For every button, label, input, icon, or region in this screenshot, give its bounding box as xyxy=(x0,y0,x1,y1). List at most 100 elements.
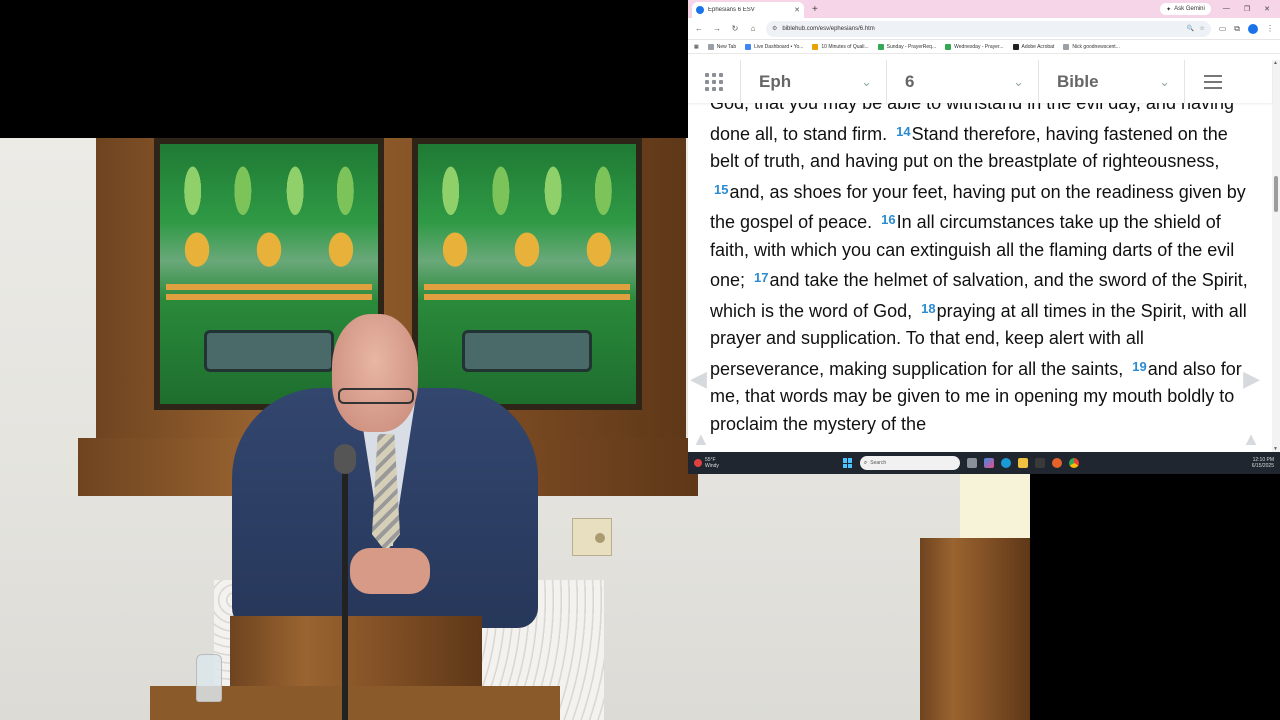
chrome-icon[interactable] xyxy=(1068,458,1079,468)
biblehub-nav-bar: Eph ⌄ 6 ⌄ Bible ⌄ xyxy=(688,60,1272,103)
bookmark-item[interactable]: Nick goodnewscent... xyxy=(1063,43,1120,50)
bookmark-icon xyxy=(707,43,714,50)
bookmark-icon xyxy=(945,43,952,50)
bookmark-label: New Tab xyxy=(716,43,737,50)
screen: Ephesians 6 ESV ✕ + ✦ Ask Gemini — ❐ ✕ ←… xyxy=(0,0,1280,720)
verse-number[interactable]: 19 xyxy=(1132,359,1146,374)
scroll-thumb[interactable] xyxy=(1274,176,1278,212)
apps-grid-icon[interactable]: ▦ xyxy=(694,44,699,50)
bookmark-icon xyxy=(745,43,752,50)
bible-reading-pane: God, that you may be able to withstand i… xyxy=(688,90,1272,452)
sparkle-icon: ✦ xyxy=(1166,6,1172,13)
preacher-head xyxy=(332,314,418,432)
close-window-icon[interactable]: ✕ xyxy=(1264,5,1270,13)
biblehub-favicon-icon xyxy=(696,6,704,14)
verse-number[interactable]: 16 xyxy=(881,212,895,227)
address-bar[interactable]: ⚙ biblehub.com/esv/ephesians/6.htm 🔍 ☆ xyxy=(766,20,1211,37)
site-info-icon[interactable]: ⚙ xyxy=(772,25,777,32)
previous-chapter-icon[interactable]: ◀ xyxy=(690,366,707,392)
bookmark-item[interactable]: 10 Minutes of Quali... xyxy=(812,43,869,50)
more-menu-icon[interactable]: ⋮ xyxy=(1266,24,1274,33)
ask-gemini-label: Ask Gemini xyxy=(1174,6,1205,12)
page-scrollbar[interactable]: ▲ ▼ xyxy=(1272,60,1280,452)
firefox-icon[interactable] xyxy=(1051,458,1062,468)
verse-number[interactable]: 14 xyxy=(896,124,910,139)
file-explorer-icon[interactable] xyxy=(1017,458,1028,468)
taskbar-search-box[interactable]: ⌕ Search xyxy=(859,456,960,470)
bookmarks-bar: ▦ New Tab Live Dashboard • Yo... 10 Minu… xyxy=(688,40,1280,54)
store-icon[interactable] xyxy=(1034,458,1045,468)
task-view-icon[interactable] xyxy=(966,458,977,468)
tab-ephesians[interactable]: Ephesians 6 ESV ✕ xyxy=(692,2,804,18)
browser-toolbar: ← → ↻ ⌂ ⚙ biblehub.com/esv/ephesians/6.h… xyxy=(688,18,1280,40)
verse-number[interactable]: 17 xyxy=(754,270,768,285)
bookmark-label: Adobe Acrobat xyxy=(1021,43,1055,50)
system-clock[interactable]: 12:10 PM 6/15/2025 xyxy=(1252,457,1274,469)
apps-grid-icon[interactable] xyxy=(688,72,740,91)
bookmark-label: Sunday - PrayerReq... xyxy=(886,43,937,50)
weather-widget[interactable]: 55°F Windy xyxy=(694,457,719,469)
windows-taskbar: 55°F Windy ⌕ Search 12:10 PM 6/15/2025 xyxy=(688,452,1280,474)
windows-start-icon[interactable] xyxy=(842,458,853,468)
next-chapter-icon[interactable]: ▶ xyxy=(1243,366,1260,392)
bookmark-label: Wednesday - Prayer... xyxy=(954,43,1004,50)
hamburger-menu-icon[interactable] xyxy=(1184,60,1240,103)
water-bottle xyxy=(196,654,222,702)
forward-icon[interactable]: → xyxy=(712,24,722,33)
version-value: Bible xyxy=(1057,71,1099,91)
book-select[interactable]: Eph ⌄ xyxy=(740,60,886,103)
preacher-hands xyxy=(350,548,430,594)
verse-number[interactable]: 18 xyxy=(921,301,935,316)
stained-glass-pane-right xyxy=(412,138,642,410)
chapter-select[interactable]: 6 ⌄ xyxy=(886,60,1038,103)
back-icon[interactable]: ← xyxy=(694,24,704,33)
cast-icon[interactable]: ▭ xyxy=(1219,24,1227,33)
scroll-up-right-icon[interactable]: ▲ xyxy=(1242,429,1260,450)
verse-number[interactable]: 15 xyxy=(714,182,728,197)
browser-window: Ephesians 6 ESV ✕ + ✦ Ask Gemini — ❐ ✕ ←… xyxy=(688,0,1280,452)
wooden-railing xyxy=(920,538,1030,720)
close-icon[interactable]: ✕ xyxy=(794,6,800,14)
chevron-down-icon: ⌄ xyxy=(1013,73,1024,89)
bookmark-item[interactable]: Live Dashboard • Yo... xyxy=(745,43,804,50)
tab-title: Ephesians 6 ESV xyxy=(708,7,755,13)
scroll-up-arrow-icon[interactable]: ▲ xyxy=(1273,60,1278,66)
bookmark-icon xyxy=(1012,43,1019,50)
bookmark-item[interactable]: Adobe Acrobat xyxy=(1012,43,1055,50)
weather-desc: Windy xyxy=(705,463,719,469)
chevron-down-icon: ⌄ xyxy=(1159,73,1170,89)
window-controls: — ❐ ✕ xyxy=(1211,5,1280,13)
reload-icon[interactable]: ↻ xyxy=(730,24,740,33)
home-icon[interactable]: ⌂ xyxy=(748,24,758,33)
bookmark-icon xyxy=(1063,43,1070,50)
book-value: Eph xyxy=(759,71,792,91)
memorial-plaque xyxy=(462,330,592,372)
wall-switch-plate xyxy=(572,518,612,556)
zoom-icon[interactable]: 🔍 xyxy=(1187,25,1194,32)
edge-icon[interactable] xyxy=(1000,458,1011,468)
memorial-plaque xyxy=(204,330,334,372)
extensions-icon[interactable]: ⧉ xyxy=(1234,24,1240,34)
chevron-down-icon: ⌄ xyxy=(861,73,872,89)
new-tab-button[interactable]: + xyxy=(812,4,818,15)
bookmark-item[interactable]: New Tab xyxy=(707,43,737,50)
minimize-icon[interactable]: — xyxy=(1223,5,1230,13)
bookmark-icon xyxy=(812,43,819,50)
bookmark-star-icon[interactable]: ☆ xyxy=(1199,25,1204,32)
scroll-up-left-icon[interactable]: ▲ xyxy=(692,429,710,450)
bookmark-label: Live Dashboard • Yo... xyxy=(754,43,804,50)
passage-text: God, that you may be able to withstand i… xyxy=(710,90,1250,438)
weather-icon xyxy=(694,459,702,467)
preacher-glasses xyxy=(338,388,414,404)
profile-avatar[interactable] xyxy=(1248,23,1258,34)
bookmark-item[interactable]: Wednesday - Prayer... xyxy=(945,43,1004,50)
microphone xyxy=(334,444,356,474)
bookmark-item[interactable]: Sunday - PrayerReq... xyxy=(877,43,937,50)
bookmark-label: 10 Minutes of Quali... xyxy=(821,43,869,50)
copilot-icon[interactable] xyxy=(983,458,994,468)
ask-gemini-button[interactable]: ✦ Ask Gemini xyxy=(1160,3,1211,15)
chapter-value: 6 xyxy=(905,71,915,91)
tab-strip: Ephesians 6 ESV ✕ + ✦ Ask Gemini — ❐ ✕ xyxy=(688,0,1280,18)
restore-icon[interactable]: ❐ xyxy=(1244,5,1250,13)
version-select[interactable]: Bible ⌄ xyxy=(1038,60,1184,103)
